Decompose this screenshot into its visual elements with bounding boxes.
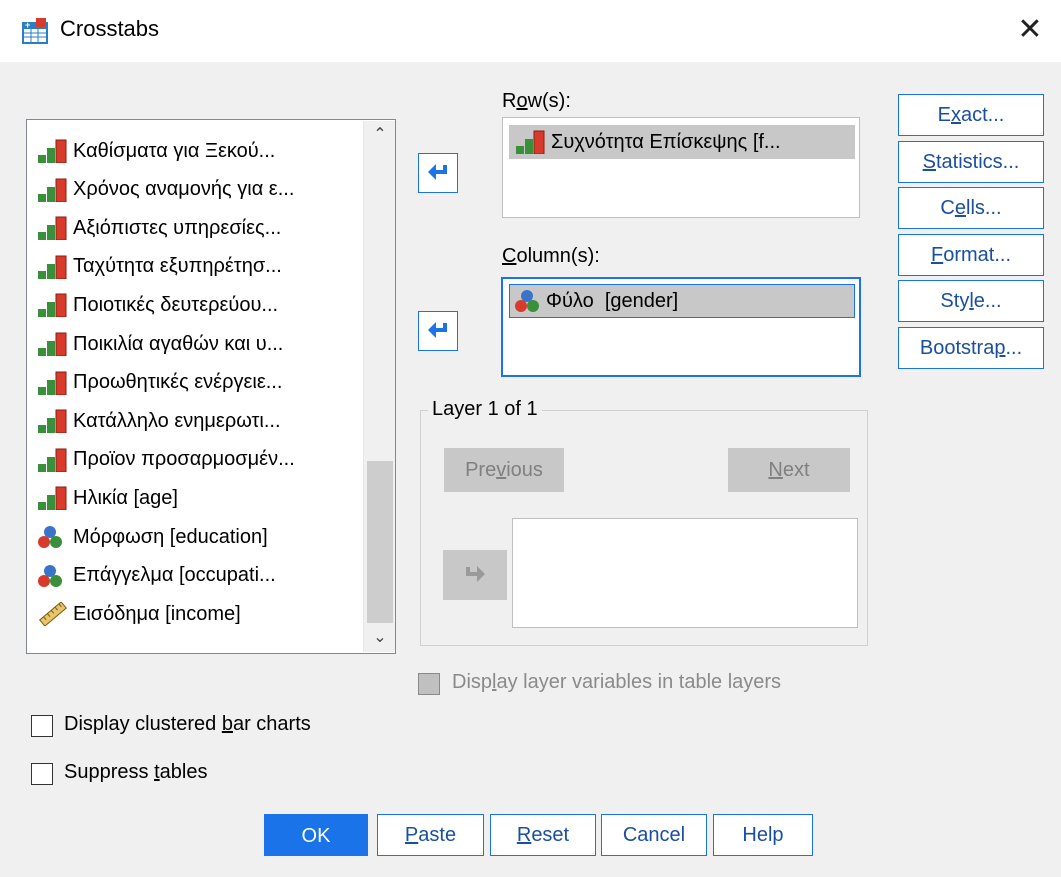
ordinal-bar-icon — [37, 293, 69, 318]
ordinal-bar-icon — [37, 178, 69, 203]
next-layer-button[interactable]: Next — [728, 448, 850, 492]
exact-button[interactable]: Exact... — [898, 94, 1044, 136]
arrow-right-icon — [466, 566, 485, 582]
statistics-button[interactable]: Statistics... — [898, 140, 1044, 183]
variable-label: Επάγγελμα [occupati... — [73, 564, 276, 587]
variable-label: Ταχύτητα εξυπηρέτησ... — [73, 255, 282, 278]
nominal-circles-icon — [37, 525, 69, 549]
scroll-down-icon[interactable]: ⌄ — [364, 624, 395, 652]
clustered-bar-charts-checkbox[interactable] — [31, 715, 53, 737]
move-to-columns-button[interactable] — [418, 311, 458, 351]
previous-layer-button[interactable]: Previous — [444, 448, 564, 492]
move-to-rows-button[interactable] — [418, 153, 458, 193]
cancel-button[interactable]: Cancel — [601, 814, 707, 856]
ordinal-bar-icon — [37, 332, 69, 357]
rows-item-label: Συχνότητα Επίσκεψης [f... — [551, 130, 781, 153]
title-bar: + Crosstabs ✕ — [0, 0, 1061, 62]
cells-button[interactable]: Cells... — [898, 187, 1044, 229]
clustered-bar-charts-label: Display clustered bar charts — [64, 713, 311, 735]
rows-variable-list[interactable]: Συχνότητα Επίσκεψης [f... — [502, 117, 860, 218]
layer-title: Layer 1 of 1 — [428, 398, 542, 421]
bootstrap-button[interactable]: Bootstrap... — [898, 326, 1044, 369]
variable-label: Αξιόπιστες υπηρεσίες... — [73, 216, 282, 239]
display-layer-label: Display layer variables in table layers — [452, 671, 782, 693]
ordinal-bar-icon — [37, 409, 69, 434]
ordinal-bar-icon — [37, 448, 69, 473]
move-to-layer-button[interactable] — [443, 550, 507, 600]
rows-label: Row(s): — [502, 90, 571, 112]
source-variable-list[interactable]: Καθίσματα για Ξεκού... Χρόνος αναμονής γι… — [26, 119, 396, 654]
crosstabs-dialog: + Crosstabs ✕ Καθίσματα για Ξεκού... Χρόν… — [0, 0, 1061, 877]
variable-list-item[interactable]: Αξιόπιστες υπηρεσίες... — [37, 211, 363, 245]
paste-button[interactable]: Paste — [377, 814, 484, 856]
crosstabs-app-icon: + — [22, 18, 48, 44]
ok-button[interactable]: OK — [264, 814, 368, 856]
format-button[interactable]: Format... — [898, 233, 1044, 276]
scroll-thumb[interactable] — [367, 461, 393, 623]
scale-ruler-icon — [37, 601, 69, 627]
ordinal-bar-icon — [37, 255, 69, 280]
variable-list-scrollbar[interactable]: ⌃ ⌄ — [363, 121, 395, 652]
columns-item-label: Φύλο [gender] — [546, 289, 679, 312]
ordinal-bar-icon — [37, 139, 69, 164]
ordinal-bar-icon — [515, 130, 547, 155]
svg-text:+: + — [25, 20, 30, 30]
suppress-tables-checkbox[interactable] — [31, 763, 53, 785]
variable-label: Εισόδημα [income] — [73, 602, 241, 625]
scroll-up-icon[interactable]: ⌃ — [364, 121, 395, 149]
variable-list-item[interactable]: Μόρφωση [education] — [37, 520, 363, 554]
style-button[interactable]: Style... — [898, 280, 1044, 322]
ordinal-bar-icon — [37, 486, 69, 511]
columns-variable-list[interactable]: Φύλο [gender] — [501, 277, 861, 377]
variable-label: Μόρφωση [education] — [73, 525, 268, 548]
variable-list-item[interactable]: Προωθητικές ενέργειε... — [37, 366, 363, 400]
variable-list-item[interactable]: Ταχύτητα εξυπηρέτησ... — [37, 250, 363, 284]
arrow-left-icon — [428, 164, 447, 180]
display-layer-checkbox[interactable] — [418, 673, 440, 695]
variable-list-item[interactable]: Κατάλληλο ενημερωτι... — [37, 404, 363, 438]
nominal-circles-icon — [37, 564, 69, 588]
variable-label: Ποιοτικές δευτερεύου... — [73, 293, 279, 316]
variable-label: Ποικιλία αγαθών και υ... — [73, 332, 284, 355]
ordinal-bar-icon — [37, 216, 69, 241]
nominal-circles-icon — [514, 289, 540, 313]
columns-label: Column(s): — [502, 245, 600, 267]
variable-label: Καθίσματα για Ξεκού... — [73, 139, 276, 162]
variable-list-item[interactable]: Επάγγελμα [occupati... — [37, 559, 363, 593]
window-title: Crosstabs — [60, 16, 160, 41]
variable-list-item[interactable]: Ποιοτικές δευτερεύου... — [37, 288, 363, 322]
variable-list-item[interactable]: Ηλικία [age] — [37, 481, 363, 515]
variable-list-item[interactable]: Ποικιλία αγαθών και υ... — [37, 327, 363, 361]
variable-list-item[interactable]: Καθίσματα για Ξεκού... — [37, 134, 363, 168]
suppress-tables-label: Suppress tables — [64, 761, 208, 783]
ordinal-bar-icon — [37, 371, 69, 396]
variable-label: Κατάλληλο ενημερωτι... — [73, 409, 281, 432]
arrow-left-icon — [428, 322, 447, 338]
rows-selected-item[interactable]: Συχνότητα Επίσκεψης [f... — [509, 125, 855, 159]
reset-button[interactable]: Reset — [490, 814, 596, 856]
variable-label: Ηλικία [age] — [73, 486, 178, 509]
variable-list-item[interactable]: Προϊον προσαρμοσμέν... — [37, 443, 363, 477]
columns-selected-item[interactable]: Φύλο [gender] — [509, 284, 855, 318]
variable-label: Χρόνος αναμονής για ε... — [73, 178, 295, 201]
variable-label: Προωθητικές ενέργειε... — [73, 371, 283, 394]
help-button[interactable]: Help — [713, 814, 813, 856]
close-icon[interactable]: ✕ — [1008, 10, 1052, 50]
layer-variable-list[interactable] — [512, 518, 858, 628]
variable-list-item[interactable]: Χρόνος αναμονής για ε... — [37, 173, 363, 207]
variable-label: Προϊον προσαρμοσμέν... — [73, 448, 295, 471]
variable-list-item[interactable]: Εισόδημα [income] — [37, 597, 363, 631]
